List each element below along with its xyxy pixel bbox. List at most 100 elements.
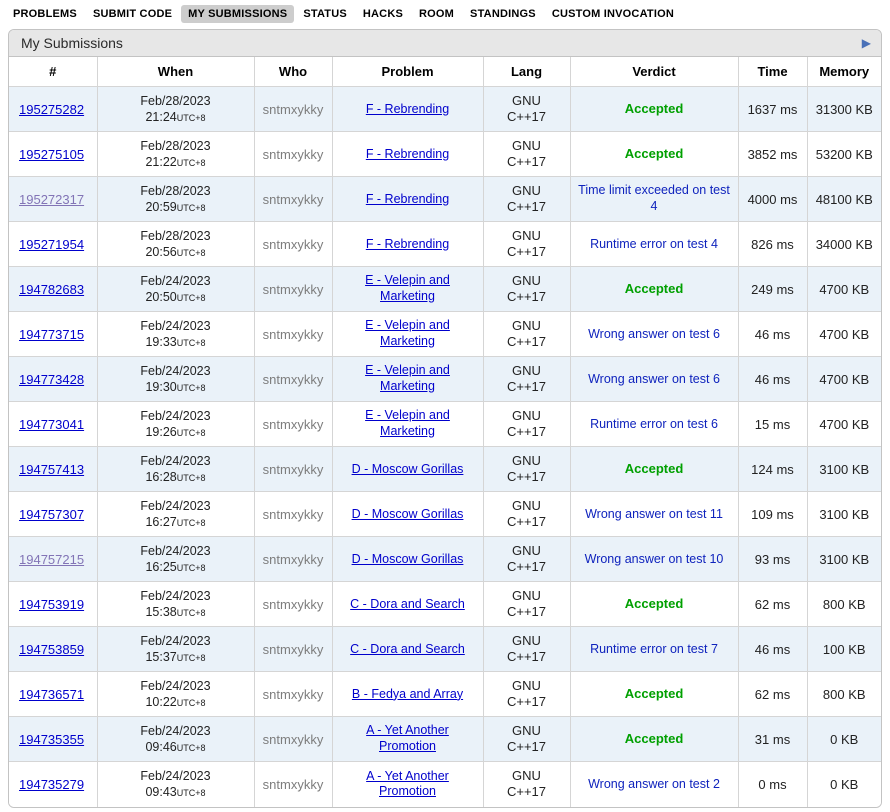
problem-link[interactable]: D - Moscow Gorillas	[352, 462, 464, 478]
submission-author[interactable]: sntmxykky	[263, 417, 324, 432]
nav-room[interactable]: ROOM	[412, 5, 461, 23]
submission-lang: GNU C++17	[502, 678, 552, 711]
verdict-text[interactable]: Wrong answer on test 6	[588, 372, 720, 388]
submission-author[interactable]: sntmxykky	[263, 327, 324, 342]
submission-date: Feb/24/2023	[102, 543, 250, 559]
problem-link[interactable]: A - Yet Another Promotion	[337, 723, 479, 754]
problem-link[interactable]: C - Dora and Search	[350, 642, 465, 658]
submission-clock: 19:26	[145, 425, 176, 439]
submission-id-link[interactable]: 195275105	[19, 147, 84, 162]
submission-clock: 15:38	[145, 605, 176, 619]
verdict-text[interactable]: Accepted	[625, 101, 684, 117]
submission-id-link[interactable]: 195272317	[19, 192, 84, 207]
submission-id-link[interactable]: 195275282	[19, 102, 84, 117]
submission-author[interactable]: sntmxykky	[263, 507, 324, 522]
problem-link[interactable]: C - Dora and Search	[350, 597, 465, 613]
submission-author[interactable]: sntmxykky	[263, 192, 324, 207]
panel-header: My Submissions ▶	[9, 30, 881, 57]
submission-author[interactable]: sntmxykky	[263, 642, 324, 657]
submission-id-link[interactable]: 194773428	[19, 372, 84, 387]
submission-author[interactable]: sntmxykky	[263, 282, 324, 297]
nav-standings[interactable]: STANDINGS	[463, 5, 543, 23]
verdict-text[interactable]: Accepted	[625, 281, 684, 297]
submission-timezone: UTC+8	[177, 743, 206, 753]
problem-link[interactable]: B - Fedya and Array	[352, 687, 463, 703]
submission-author[interactable]: sntmxykky	[263, 552, 324, 567]
submission-when-cell: Feb/24/2023 15:38UTC+8	[97, 582, 254, 627]
verdict-text[interactable]: Accepted	[625, 686, 684, 702]
nav-submit-code[interactable]: SUBMIT CODE	[86, 5, 179, 23]
problem-link[interactable]: E - Velepin and Marketing	[337, 363, 479, 394]
submission-author[interactable]: sntmxykky	[263, 102, 324, 117]
column-header-lang: Lang	[483, 57, 570, 87]
problem-link[interactable]: E - Velepin and Marketing	[337, 318, 479, 349]
verdict-text[interactable]: Accepted	[625, 146, 684, 162]
submission-when-cell: Feb/28/2023 21:22UTC+8	[97, 132, 254, 177]
submission-author[interactable]: sntmxykky	[263, 687, 324, 702]
nav-problems[interactable]: PROBLEMS	[6, 5, 84, 23]
table-header-row: # When Who Problem Lang Verdict Time Mem…	[9, 57, 881, 87]
submission-id-link[interactable]: 194753919	[19, 597, 84, 612]
problem-link[interactable]: E - Velepin and Marketing	[337, 408, 479, 439]
problem-link[interactable]: D - Moscow Gorillas	[352, 552, 464, 568]
verdict-text[interactable]: Accepted	[625, 731, 684, 747]
submission-timezone: UTC+8	[177, 698, 206, 708]
time-consumed: 93 ms	[738, 537, 807, 582]
submission-id-link[interactable]: 194773715	[19, 327, 84, 342]
submission-author[interactable]: sntmxykky	[263, 732, 324, 747]
verdict-text[interactable]: Wrong answer on test 2	[588, 777, 720, 793]
submission-author[interactable]: sntmxykky	[263, 597, 324, 612]
verdict-text[interactable]: Wrong answer on test 10	[585, 552, 724, 568]
nav-hacks[interactable]: HACKS	[356, 5, 410, 23]
submission-clock: 20:50	[145, 290, 176, 304]
problem-link[interactable]: F - Rebrending	[366, 192, 449, 208]
submission-id-link[interactable]: 194736571	[19, 687, 84, 702]
submission-clock: 16:28	[145, 470, 176, 484]
time-consumed: 1637 ms	[738, 87, 807, 132]
problem-link[interactable]: A - Yet Another Promotion	[337, 769, 479, 800]
verdict-text[interactable]: Accepted	[625, 596, 684, 612]
submission-author[interactable]: sntmxykky	[263, 237, 324, 252]
problem-link[interactable]: D - Moscow Gorillas	[352, 507, 464, 523]
submission-lang: GNU C++17	[502, 588, 552, 621]
verdict-text[interactable]: Runtime error on test 6	[590, 417, 718, 433]
submission-when-cell: Feb/24/2023 19:33UTC+8	[97, 312, 254, 357]
submission-id-link[interactable]: 194782683	[19, 282, 84, 297]
nav-my-submissions[interactable]: MY SUBMISSIONS	[181, 5, 294, 23]
submission-id-link[interactable]: 194757215	[19, 552, 84, 567]
submission-lang: GNU C++17	[502, 453, 552, 486]
nav-status[interactable]: STATUS	[296, 5, 354, 23]
nav-custom-invocation[interactable]: CUSTOM INVOCATION	[545, 5, 681, 23]
table-row: 194757307 Feb/24/2023 16:27UTC+8 sntmxyk…	[9, 492, 881, 537]
verdict-text[interactable]: Time limit exceeded on test 4	[575, 183, 734, 214]
submission-clock: 09:43	[145, 785, 176, 799]
table-row: 194782683 Feb/24/2023 20:50UTC+8 sntmxyk…	[9, 267, 881, 312]
verdict-text[interactable]: Wrong answer on test 6	[588, 327, 720, 343]
submission-id-link[interactable]: 194735279	[19, 777, 84, 792]
submission-timezone: UTC+8	[177, 293, 206, 303]
problem-link[interactable]: E - Velepin and Marketing	[337, 273, 479, 304]
submission-author[interactable]: sntmxykky	[263, 372, 324, 387]
submission-id-link[interactable]: 194757413	[19, 462, 84, 477]
submission-id-link[interactable]: 194735355	[19, 732, 84, 747]
verdict-text[interactable]: Wrong answer on test 11	[585, 507, 723, 523]
collapse-arrow-icon[interactable]: ▶	[862, 37, 871, 49]
submission-date: Feb/28/2023	[102, 138, 250, 154]
submission-author[interactable]: sntmxykky	[263, 147, 324, 162]
submission-id-link[interactable]: 194757307	[19, 507, 84, 522]
submission-author[interactable]: sntmxykky	[263, 462, 324, 477]
submission-clock: 16:25	[145, 560, 176, 574]
submission-id-link[interactable]: 194753859	[19, 642, 84, 657]
problem-link[interactable]: F - Rebrending	[366, 102, 449, 118]
submission-date: Feb/28/2023	[102, 93, 250, 109]
verdict-text[interactable]: Runtime error on test 4	[590, 237, 718, 253]
problem-link[interactable]: F - Rebrending	[366, 147, 449, 163]
verdict-text[interactable]: Accepted	[625, 461, 684, 477]
problem-link[interactable]: F - Rebrending	[366, 237, 449, 253]
submission-id-link[interactable]: 195271954	[19, 237, 84, 252]
submission-clock: 21:22	[145, 155, 176, 169]
time-consumed: 46 ms	[738, 627, 807, 672]
submission-author[interactable]: sntmxykky	[263, 777, 324, 792]
submission-id-link[interactable]: 194773041	[19, 417, 84, 432]
verdict-text[interactable]: Runtime error on test 7	[590, 642, 718, 658]
